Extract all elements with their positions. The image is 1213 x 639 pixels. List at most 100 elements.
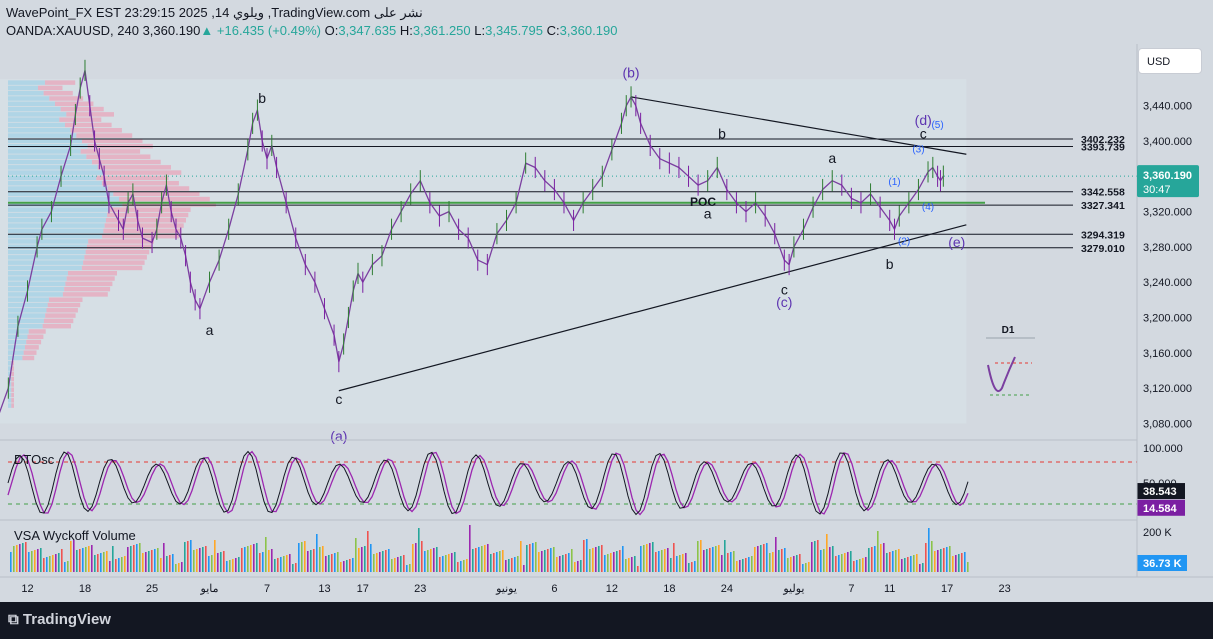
x-axis-tick-label: 12 <box>21 583 33 595</box>
low-value: 3,345.795 <box>485 23 543 38</box>
volume-profile-bar <box>8 308 47 313</box>
brand-name: TradingView <box>22 611 111 628</box>
volume-bar <box>895 550 897 572</box>
volume-bar <box>841 554 843 572</box>
volume-bar <box>46 557 48 572</box>
volume-profile-bar <box>23 350 37 355</box>
volume-profile-bar <box>104 223 184 228</box>
volume-bar <box>283 556 285 572</box>
volume-bar <box>55 554 57 572</box>
current-price-value: 3,360.190 <box>1143 170 1192 182</box>
volume-bar <box>493 553 495 572</box>
osc-value: 14.584 <box>1143 503 1178 515</box>
price-chart[interactable]: 3402.2323393.7393342.5583327.3413294.319… <box>0 0 1213 602</box>
open-label: O: <box>324 23 339 38</box>
volume-bar <box>43 558 45 572</box>
volume-profile-bar <box>11 392 14 398</box>
volume-bar <box>505 560 507 572</box>
currency-button[interactable]: USD <box>1138 48 1202 74</box>
volume-profile-bar <box>8 154 87 159</box>
volume-profile-bar <box>86 244 152 249</box>
x-axis-tick-label: 13 <box>318 583 330 595</box>
volume-bar <box>736 561 738 572</box>
volume-bar <box>391 559 393 572</box>
volume-bar <box>115 559 117 572</box>
volume-bar <box>136 544 138 572</box>
level-label: 3393.739 <box>1081 142 1125 154</box>
volume-profile-bar <box>8 403 12 408</box>
volume-bar <box>70 541 72 572</box>
volume-bar <box>478 547 480 572</box>
volume-profile-bar <box>11 376 14 382</box>
wave-label: (5) <box>931 120 943 131</box>
y-axis-tick-label: 3,400.000 <box>1143 136 1192 148</box>
tradingview-chart-window: 3402.232 3393.739 3342.558 3327.341 3294.319… <box>0 0 1213 639</box>
volume-profile-bar <box>67 270 117 276</box>
volume-bar <box>793 556 795 572</box>
volume-bar <box>961 553 963 572</box>
volume-bar <box>496 552 498 572</box>
volume-bar <box>874 546 876 572</box>
volume-bar <box>52 555 54 572</box>
volume-bar <box>556 557 558 572</box>
volume-bar <box>637 566 639 572</box>
volume-bar <box>133 545 135 572</box>
volume-bar <box>433 548 435 572</box>
volume-bar <box>256 543 258 572</box>
volume-bar <box>688 563 690 572</box>
volume-bar <box>886 553 888 572</box>
vol-value: 36.73 K <box>1143 558 1182 570</box>
volume-bar <box>127 547 129 572</box>
volume-bar <box>397 557 399 572</box>
volume-profile-bar <box>70 128 122 133</box>
volume-bar <box>349 559 351 572</box>
volume-bar <box>724 540 726 572</box>
volume-bar <box>778 550 780 572</box>
volume-bar <box>913 555 915 572</box>
volume-bar <box>853 561 855 572</box>
volume-bar <box>121 557 123 572</box>
volume-bar <box>775 537 777 572</box>
volume-profile-bar <box>76 133 133 138</box>
volume-profile-bar <box>8 313 46 318</box>
volume-bar <box>364 546 366 572</box>
wave-label: c <box>335 391 342 407</box>
level-label: 3327.341 <box>1081 200 1125 212</box>
volume-bar <box>196 549 198 572</box>
volume-bar <box>634 556 636 572</box>
volume-bar <box>568 553 570 572</box>
x-axis-tick-label: 6 <box>551 583 557 595</box>
volume-bar <box>796 555 798 572</box>
volume-bar <box>445 555 447 572</box>
volume-bar <box>457 562 459 572</box>
volume-bar <box>583 540 585 572</box>
volume-bar <box>757 546 759 572</box>
volume-bar <box>709 548 711 572</box>
volume-bar <box>154 549 156 572</box>
volume-bar <box>238 557 240 572</box>
volume-profile-bar <box>8 133 77 138</box>
volume-bar <box>73 540 75 572</box>
y-axis-tick-label: 3,440.000 <box>1143 101 1192 113</box>
volume-bar <box>610 553 612 572</box>
volume-bar <box>463 560 465 572</box>
symbol-name[interactable]: OANDA:XAUUSD, 240 <box>6 23 139 38</box>
volume-bar <box>691 562 693 572</box>
volume-bar <box>592 548 594 572</box>
volume-bar <box>211 555 213 572</box>
volume-bar <box>448 554 450 572</box>
volume-bar <box>619 550 621 572</box>
volume-bar <box>880 544 882 572</box>
tradingview-logo[interactable]: ⧉ TradingView <box>8 611 111 628</box>
volume-bar <box>262 552 264 572</box>
volume-profile-bar <box>11 382 14 387</box>
volume-bar <box>640 546 642 572</box>
volume-bar <box>166 556 168 572</box>
volume-bar <box>436 547 438 572</box>
volume-bar <box>511 558 513 572</box>
volume-bar <box>946 547 948 572</box>
volume-bar <box>16 545 18 572</box>
volume-bar <box>571 549 573 572</box>
volume-profile-bar <box>88 239 154 244</box>
volume-profile-bar <box>8 218 106 223</box>
